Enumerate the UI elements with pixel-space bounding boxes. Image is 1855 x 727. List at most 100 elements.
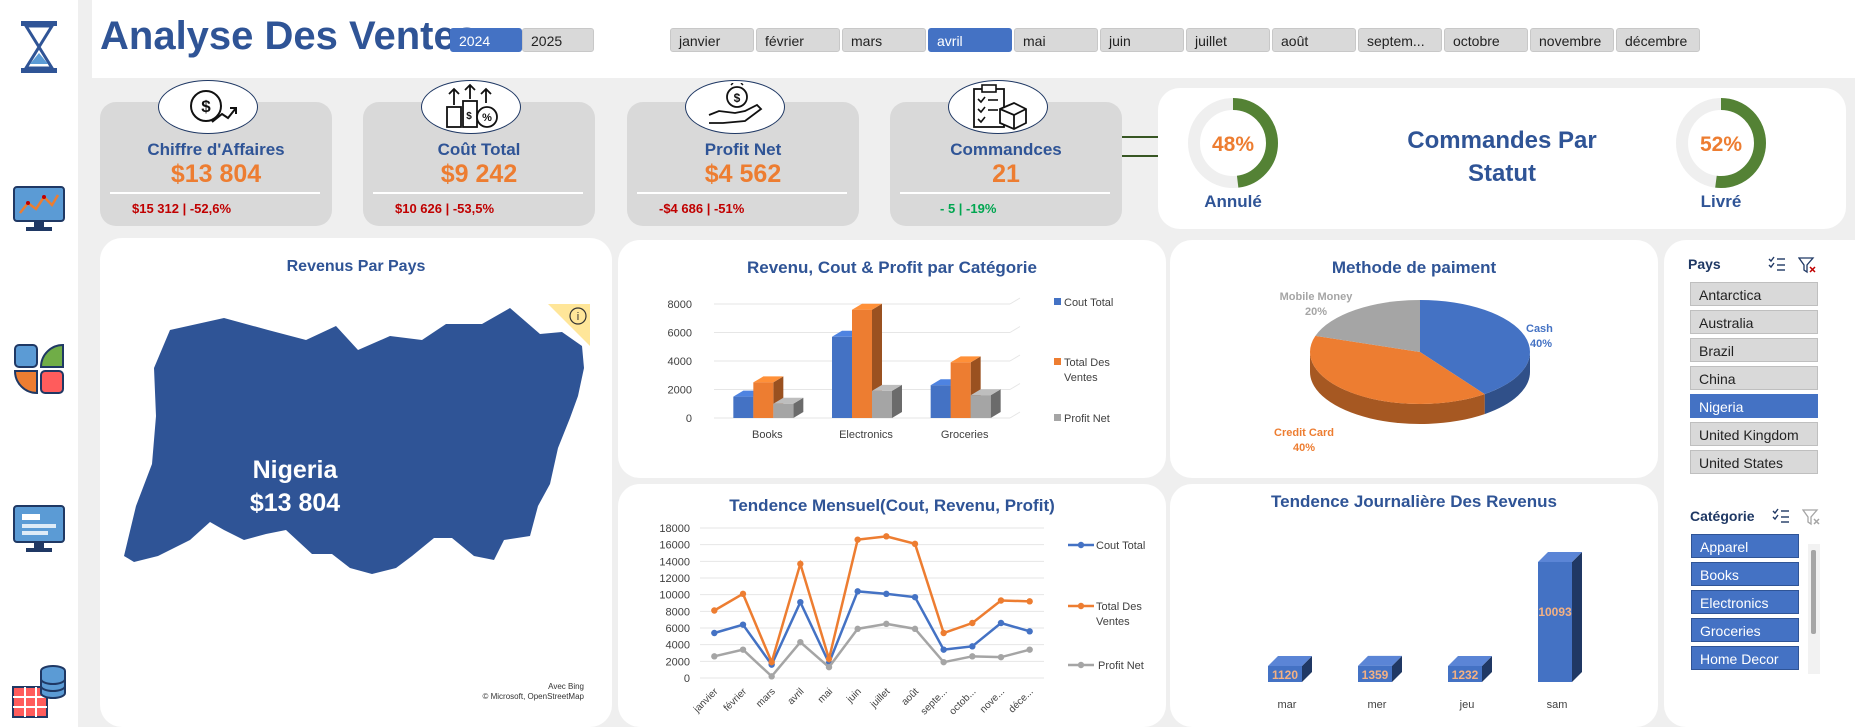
data-point[interactable] — [825, 655, 833, 663]
month-item[interactable]: avril — [928, 28, 1012, 52]
data-point[interactable] — [911, 540, 919, 548]
data-point[interactable] — [969, 619, 976, 627]
bar-value-label: 10093 — [1538, 605, 1572, 619]
month-item[interactable]: août — [1272, 28, 1356, 52]
dashboard-monitor-icon[interactable] — [10, 180, 68, 238]
data-point[interactable] — [825, 663, 833, 671]
bar[interactable] — [930, 385, 951, 418]
data-point[interactable] — [883, 533, 890, 540]
country-item[interactable]: Nigeria — [1690, 394, 1818, 418]
month-item[interactable]: novembre — [1530, 28, 1614, 52]
scrollbar-thumb[interactable] — [1811, 550, 1816, 634]
month-item[interactable]: juin — [1100, 28, 1184, 52]
status-title-line1: Commandes Par — [1407, 127, 1597, 154]
data-point[interactable] — [739, 646, 747, 653]
info-icon-glyph: i — [577, 311, 579, 323]
data-point[interactable] — [797, 560, 804, 568]
sidebar — [0, 0, 78, 727]
pie-grid-icon[interactable] — [10, 340, 68, 398]
legend-label: Profit Net — [1098, 660, 1144, 672]
month-item[interactable]: février — [756, 28, 840, 52]
data-point[interactable] — [969, 643, 976, 650]
kpi-divider — [900, 192, 1110, 194]
month-item[interactable]: janvier — [670, 28, 754, 52]
month-item[interactable]: mai — [1014, 28, 1098, 52]
pie-pct: 40% — [1530, 338, 1552, 350]
country-shape[interactable] — [124, 308, 584, 574]
series-line[interactable] — [713, 535, 1030, 666]
data-point[interactable] — [797, 638, 804, 646]
data-point[interactable] — [969, 653, 976, 660]
category-item[interactable]: Home Decor — [1691, 646, 1799, 670]
data-point[interactable] — [711, 653, 718, 660]
y-tick-label: 14000 — [659, 556, 690, 568]
bar[interactable] — [970, 395, 991, 418]
data-point[interactable] — [854, 588, 861, 595]
category-scrollbar[interactable] — [1808, 544, 1820, 674]
bar[interactable] — [872, 390, 892, 418]
country-item[interactable]: Brazil — [1690, 338, 1818, 362]
data-point[interactable] — [1026, 628, 1033, 635]
month-item[interactable]: mars — [842, 28, 926, 52]
bar[interactable] — [773, 403, 794, 418]
year-item[interactable]: 2025 — [522, 28, 594, 52]
country-item[interactable]: Antarctica — [1690, 282, 1818, 306]
data-point[interactable] — [711, 607, 718, 614]
data-point[interactable] — [797, 598, 804, 606]
x-tick-label: Electronics — [839, 429, 893, 441]
data-point[interactable] — [940, 629, 947, 637]
month-item[interactable]: octobre — [1444, 28, 1528, 52]
month-item[interactable]: septem... — [1358, 28, 1442, 52]
data-point[interactable] — [739, 590, 747, 598]
status-label-livre: Livré — [1700, 192, 1742, 211]
kpi-comparison: $15 312 | -52,6% — [132, 201, 232, 216]
bar[interactable] — [1538, 562, 1572, 682]
multi-select-icon[interactable] — [1772, 508, 1790, 529]
data-point[interactable] — [854, 536, 861, 543]
data-point[interactable] — [997, 653, 1005, 661]
data-point[interactable] — [768, 673, 775, 680]
x-tick-label: jeu — [1459, 699, 1475, 711]
data-point[interactable] — [911, 593, 919, 601]
data-point[interactable] — [1026, 646, 1033, 653]
page-title: Analyse Des Ventes — [100, 14, 478, 58]
annule-donut: 48% — [1188, 98, 1278, 188]
legend-label: Ventes — [1064, 372, 1098, 384]
presentation-monitor-icon[interactable] — [10, 500, 68, 558]
data-point[interactable] — [1026, 598, 1033, 605]
database-table-icon[interactable] — [10, 662, 68, 720]
data-point[interactable] — [711, 629, 718, 637]
clear-filter-icon[interactable] — [1801, 508, 1820, 531]
data-point[interactable] — [911, 625, 919, 633]
bar[interactable] — [832, 336, 852, 418]
country-item[interactable]: United States — [1690, 450, 1818, 474]
data-point[interactable] — [940, 646, 947, 653]
category-item[interactable]: Electronics — [1691, 590, 1799, 614]
country-item[interactable]: China — [1690, 366, 1818, 390]
month-item[interactable]: juillet — [1186, 28, 1270, 52]
data-point[interactable] — [940, 658, 947, 666]
category-item[interactable]: Apparel — [1691, 534, 1799, 558]
category-item[interactable]: Books — [1691, 562, 1799, 586]
data-point[interactable] — [768, 658, 775, 666]
year-item[interactable]: 2024 — [450, 28, 522, 52]
clear-filter-icon[interactable] — [1797, 256, 1816, 279]
bar[interactable] — [950, 362, 971, 418]
bar[interactable] — [733, 396, 754, 418]
category-item[interactable]: Groceries — [1691, 618, 1799, 642]
data-point[interactable] — [854, 625, 861, 633]
data-point[interactable] — [883, 590, 890, 598]
data-point[interactable] — [883, 620, 890, 628]
bar[interactable] — [753, 382, 774, 418]
y-tick-label: 18000 — [659, 523, 690, 535]
data-point[interactable] — [997, 597, 1005, 604]
kpi-comparison: $10 626 | -53,5% — [395, 201, 495, 216]
country-item[interactable]: United Kingdom — [1690, 422, 1818, 446]
data-point[interactable] — [739, 621, 747, 628]
data-point[interactable] — [997, 619, 1005, 627]
bar[interactable] — [852, 309, 872, 418]
country-item[interactable]: Australia — [1690, 310, 1818, 334]
multi-select-icon[interactable] — [1768, 256, 1786, 277]
month-item[interactable]: décembre — [1616, 28, 1700, 52]
hourglass-icon[interactable] — [10, 18, 68, 76]
